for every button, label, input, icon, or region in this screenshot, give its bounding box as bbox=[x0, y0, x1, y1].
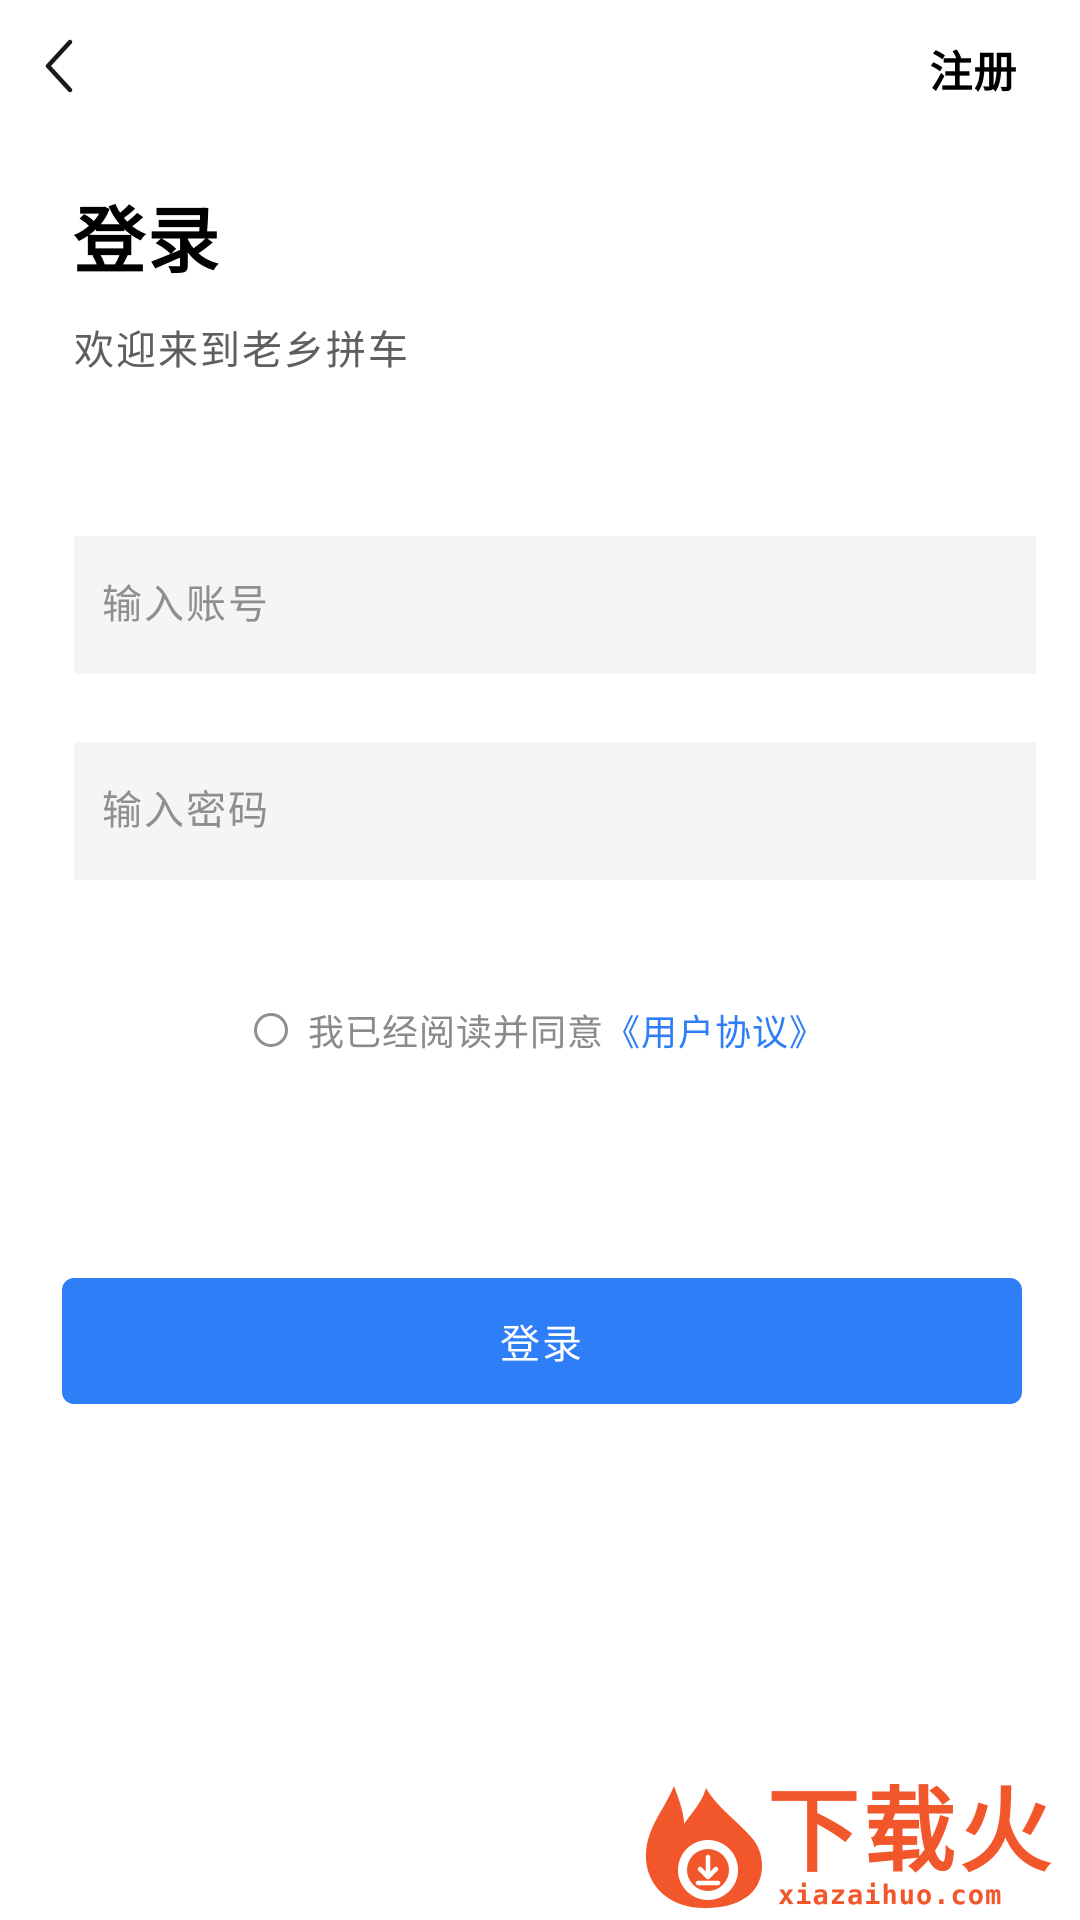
page-title: 登录 bbox=[74, 199, 223, 283]
register-link[interactable]: 注册 bbox=[930, 38, 1018, 100]
password-field bbox=[74, 742, 1036, 880]
watermark-url: xiazaihuo.com bbox=[778, 1880, 1003, 1911]
agreement-radio[interactable] bbox=[253, 1013, 288, 1047]
watermark: 下载火 xiazaihuo.com bbox=[640, 1780, 1080, 1920]
chevron-left-icon bbox=[45, 39, 73, 93]
page-subtitle: 欢迎来到老乡拼车 bbox=[74, 328, 410, 374]
login-screen: 注册 登录 欢迎来到老乡拼车 我已经阅读并同意 《用户协议》 登录 下载火 xi… bbox=[0, 0, 1080, 1920]
account-field bbox=[74, 536, 1036, 674]
login-button[interactable]: 登录 bbox=[62, 1278, 1022, 1404]
user-agreement-link[interactable]: 《用户协议》 bbox=[604, 1004, 826, 1056]
agreement-row: 我已经阅读并同意 《用户协议》 bbox=[0, 1000, 1080, 1060]
agreement-text: 我已经阅读并同意 bbox=[307, 1013, 604, 1054]
account-input[interactable] bbox=[74, 536, 1036, 674]
flame-download-logo-icon bbox=[645, 1786, 763, 1908]
password-input[interactable] bbox=[74, 742, 1036, 880]
watermark-title: 下载火 bbox=[768, 1778, 1057, 1885]
back-button[interactable] bbox=[30, 30, 90, 102]
